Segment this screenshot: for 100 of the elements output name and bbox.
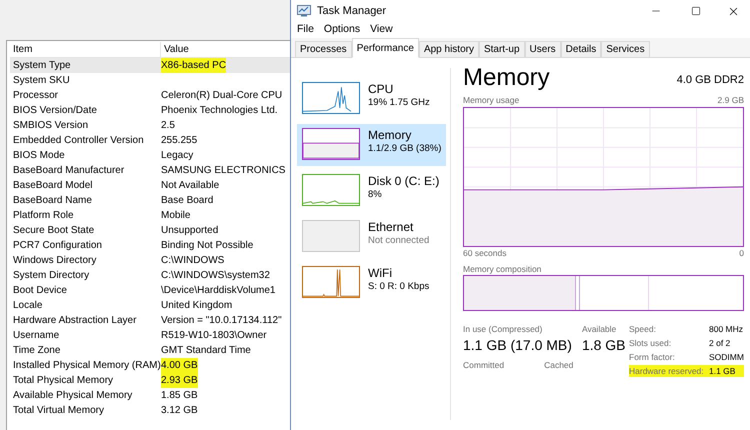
spec-label: Hardware reserved: xyxy=(629,364,705,378)
table-cell-text: Phoenix Technologies Ltd. xyxy=(161,104,278,118)
stat-label: Committed xyxy=(463,359,504,372)
table-cell-text: System Type xyxy=(12,59,72,73)
table-row[interactable]: Embedded Controller Version 255.255 xyxy=(10,133,290,148)
spec-label: Slots used: xyxy=(629,337,672,350)
table-cell-text: System SKU xyxy=(12,74,71,88)
table-row[interactable]: BaseBoard Manufacturer SAMSUNG ELECTRONICS xyxy=(10,163,290,178)
stat-value: 1.8 GB xyxy=(582,336,626,355)
sidebar-item-detail: 8% xyxy=(368,188,383,202)
table-cell-text: Windows Directory xyxy=(12,254,98,268)
table-cell-text: Time Zone xyxy=(12,344,62,358)
spec-value: 1.1 GB xyxy=(709,364,736,378)
menu-item[interactable]: File xyxy=(297,22,314,38)
table-cell-text: 2.5 xyxy=(161,119,175,133)
sidebar-item[interactable]: CPU 19% 1.75 GHz xyxy=(297,78,446,120)
table-cell-text: Total Physical Memory xyxy=(12,374,114,388)
table-cell-text: Base Board xyxy=(161,194,214,208)
maximize-icon xyxy=(691,6,701,16)
spec-value: 800 MHz xyxy=(709,323,744,336)
table-cell-text: Available Physical Memory xyxy=(12,389,134,403)
table-cell-text: BIOS Version/Date xyxy=(12,104,98,118)
table-cell-text: SMBIOS Version xyxy=(12,119,90,133)
menu-item[interactable]: Options xyxy=(324,22,360,38)
stat-label: Cached xyxy=(544,359,574,372)
table-row[interactable]: BIOS Mode Legacy xyxy=(10,148,290,163)
graph-label: 2.9 GB xyxy=(718,94,744,107)
table-row[interactable]: PCR7 Configuration Binding Not Possible xyxy=(10,238,290,253)
table-cell-text: \Device\HarddiskVolume1 xyxy=(161,284,276,298)
table-row[interactable]: BaseBoard Name Base Board xyxy=(10,193,290,208)
table-row[interactable]: Boot Device \Device\HarddiskVolume1 xyxy=(10,283,290,298)
table-cell-text: 255.255 xyxy=(161,134,198,148)
table-row[interactable]: Secure Boot State Unsupported xyxy=(10,223,290,238)
table-row[interactable]: Available Physical Memory 1.85 GB xyxy=(10,388,290,403)
table-cell-text: System Directory xyxy=(12,269,90,283)
spec-label: Form factor: xyxy=(629,350,676,364)
table-cell-text: Binding Not Possible xyxy=(161,239,254,253)
column-header[interactable]: Value xyxy=(161,42,290,56)
table-cell-text: BIOS Mode xyxy=(12,149,66,163)
table-cell: X86-based PC xyxy=(161,58,226,73)
table-cell-text: 1.85 GB xyxy=(161,389,198,403)
table-cell-text: Not Available xyxy=(161,179,220,193)
table-cell-text: Installed Physical Memory (RAM) xyxy=(12,359,158,373)
spec-value: SODIMM xyxy=(709,350,744,364)
table-cell-text: United Kingdom xyxy=(161,299,232,313)
table-row[interactable]: SMBIOS Version 2.5 xyxy=(10,118,290,133)
tab[interactable]: Details xyxy=(560,41,602,58)
sidebar-item[interactable]: Memory 1.1/2.9 GB (38%) xyxy=(297,124,446,166)
table-cell-text: Legacy xyxy=(161,149,194,163)
menu-item[interactable]: View xyxy=(370,22,393,38)
tab[interactable]: Users xyxy=(524,41,561,58)
table-cell-text: SAMSUNG ELECTRONICS xyxy=(161,164,286,178)
sidebar-item[interactable]: WiFi S: 0 R: 0 Kbps xyxy=(297,262,446,304)
graph-label: Memory composition xyxy=(463,262,542,276)
table-cell-text: Mobile xyxy=(161,209,190,223)
graph-label: Memory usage xyxy=(463,94,520,107)
table-cell-text: C:\WINDOWS\system32 xyxy=(161,269,270,283)
table-row[interactable]: Windows Directory C:\WINDOWS xyxy=(10,253,290,268)
table-cell: 2.93 GB xyxy=(161,373,198,388)
sidebar-item-detail: 19% 1.75 GHz xyxy=(368,96,430,110)
table-cell-text: Embedded Controller Version xyxy=(12,134,145,148)
window-title: Task Manager xyxy=(317,4,386,19)
table-cell-text: BaseBoard Name xyxy=(12,194,93,208)
tab[interactable]: Start-up xyxy=(478,41,525,58)
table-row[interactable]: Total Virtual Memory 3.12 GB xyxy=(10,403,290,418)
sidebar-item-detail: S: 0 R: 0 Kbps xyxy=(368,280,430,294)
table-row[interactable]: Username R519-W10-1803\Owner xyxy=(10,328,290,343)
tab[interactable]: App history xyxy=(418,41,479,58)
table-cell-text: GMT Standard Time xyxy=(161,344,251,358)
table-row[interactable]: Installed Physical Memory (RAM)4.00 GB xyxy=(10,358,290,373)
table-row[interactable]: Locale United Kingdom xyxy=(10,298,290,313)
sidebar-item[interactable]: Ethernet Not connected xyxy=(297,216,446,258)
sidebar-item[interactable]: Disk 0 (C: E:) 8% xyxy=(297,170,446,212)
table-row[interactable]: Platform Role Mobile xyxy=(10,208,290,223)
stat-label: Available xyxy=(582,323,618,336)
table-row[interactable]: System Directory C:\WINDOWS\system32 xyxy=(10,268,290,283)
table-row[interactable]: Hardware Abstraction Layer Version = "10.0.17134.112" xyxy=(10,313,290,328)
table-cell-text: BaseBoard Model xyxy=(12,179,94,193)
spec-label: Speed: xyxy=(629,323,657,336)
table-cell-text: PCR7 Configuration xyxy=(12,239,103,253)
table-cell-text: Celeron(R) Dual-Core CPU xyxy=(161,89,282,103)
spec-value: 2 of 2 xyxy=(709,337,730,350)
table-cell-text: Unsupported xyxy=(161,224,218,238)
table-row[interactable]: Processor Celeron(R) Dual-Core CPU xyxy=(10,88,290,103)
tab[interactable]: Performance xyxy=(352,38,419,58)
column-header[interactable]: Item xyxy=(10,42,161,56)
graph-label: 60 seconds xyxy=(463,246,506,260)
table-row[interactable]: BIOS Version/Date Phoenix Technologies Ltd. xyxy=(10,103,290,118)
table-row[interactable]: Time Zone GMT Standard Time xyxy=(10,343,290,358)
table-row[interactable]: System SKU xyxy=(10,73,290,88)
table-row[interactable]: System Type X86-based PC xyxy=(10,58,290,73)
tab[interactable]: Processes xyxy=(295,41,352,58)
table-cell-text: R519-W10-1803\Owner xyxy=(161,329,267,343)
tab[interactable]: Services xyxy=(601,41,650,58)
stat-label: In use (Compressed) xyxy=(463,323,544,336)
table-row[interactable]: BaseBoard Model Not Available xyxy=(10,178,290,193)
sidebar-item-title: Ethernet xyxy=(368,220,414,234)
memory-spec: 4.0 GB DDR2 xyxy=(676,72,744,88)
sidebar-item-title: WiFi xyxy=(368,266,393,280)
table-row[interactable]: Total Physical Memory 2.93 GB xyxy=(10,373,290,388)
